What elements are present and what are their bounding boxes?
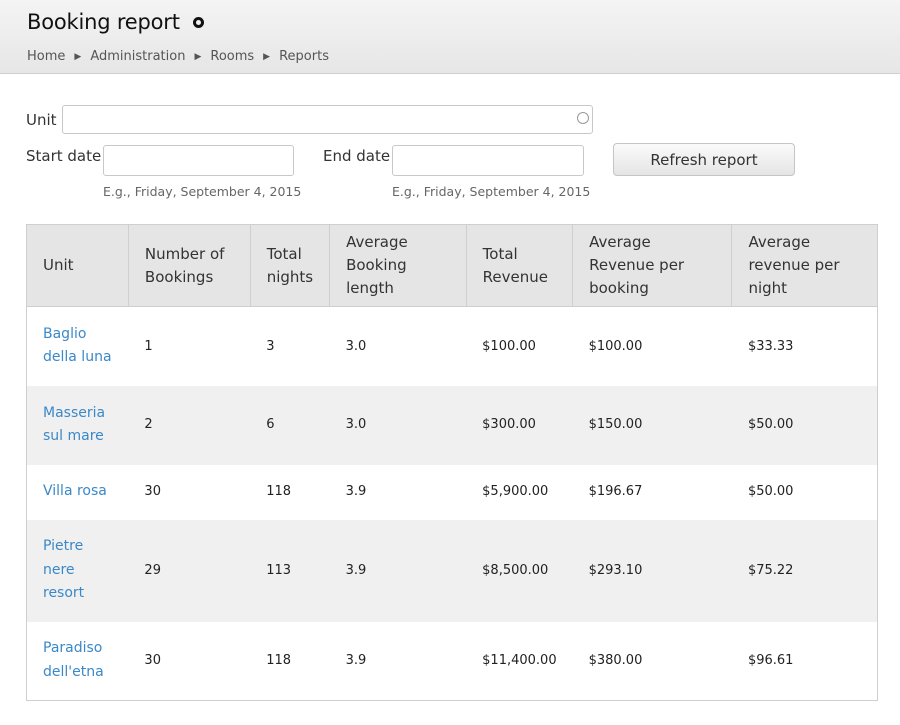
revenue-cell: $300.00 [466,385,573,465]
revenue-cell: $8,500.00 [466,519,573,622]
avg-length-cell: 3.9 [329,621,467,701]
table-row: Baglio della luna 1 3 3.0 $100.00 $100.0… [26,306,878,386]
breadcrumb-home[interactable]: Home [27,49,65,64]
breadcrumb: Home ▶ Administration ▶ Rooms ▶ Reports [27,49,329,64]
avg-revenue-night-cell: $50.00 [731,464,878,520]
nights-cell: 118 [250,464,330,520]
start-date-input[interactable] [103,145,294,176]
bookings-cell: 30 [128,464,251,520]
unit-cell: Baglio della luna [26,306,129,386]
avg-revenue-booking-cell: $150.00 [572,385,732,465]
revenue-cell: $11,400.00 [466,621,573,701]
breadcrumb-arrow-icon: ▶ [74,51,82,62]
avg-revenue-booking-cell: $196.67 [572,464,732,520]
nights-cell: 113 [250,519,330,622]
avg-revenue-night-cell: $75.22 [731,519,878,622]
add-shortcut-icon[interactable] [193,17,204,28]
page-header: Booking report Home ▶ Administration ▶ R… [0,0,900,74]
end-date-hint: E.g., Friday, September 4, 2015 [392,184,591,199]
avg-revenue-night-cell: $50.00 [731,385,878,465]
unit-link[interactable]: Paradiso dell'etna [43,640,104,680]
avg-revenue-night-cell: $96.61 [731,621,878,701]
table-header-row: Unit Number of Bookings Total nights Ave… [26,224,878,307]
breadcrumb-reports[interactable]: Reports [279,49,329,64]
breadcrumb-administration[interactable]: Administration [90,49,185,64]
breadcrumb-arrow-icon: ▶ [194,51,202,62]
bookings-cell: 2 [128,385,251,465]
unit-autocomplete-input[interactable] [62,105,593,134]
column-header-unit: Unit [26,224,129,307]
column-header-avg-revenue-night: Average revenue per night [731,224,878,307]
booking-report-table: Unit Number of Bookings Total nights Ave… [26,224,878,701]
avg-revenue-night-cell: $33.33 [731,306,878,386]
unit-cell: Villa rosa [26,464,129,520]
column-header-avg-length: Average Booking length [329,224,467,307]
avg-revenue-booking-cell: $100.00 [572,306,732,386]
nights-cell: 118 [250,621,330,701]
avg-length-cell: 3.9 [329,519,467,622]
end-date-input[interactable] [392,145,584,176]
revenue-cell: $100.00 [466,306,573,386]
unit-cell: Pietre nere resort [26,519,129,622]
nights-cell: 6 [250,385,330,465]
page-title: Booking report [27,10,180,34]
avg-length-cell: 3.9 [329,464,467,520]
unit-link[interactable]: Villa rosa [43,483,107,499]
table-row: Villa rosa 30 118 3.9 $5,900.00 $196.67 … [26,464,878,520]
table-row: Pietre nere resort 29 113 3.9 $8,500.00 … [26,519,878,622]
avg-length-cell: 3.0 [329,306,467,386]
avg-length-cell: 3.0 [329,385,467,465]
column-header-bookings: Number of Bookings [127,224,251,307]
unit-cell: Masseria sul mare [26,385,129,465]
breadcrumb-arrow-icon: ▶ [263,51,271,62]
avg-revenue-booking-cell: $380.00 [572,621,732,701]
refresh-report-button[interactable]: Refresh report [613,143,795,176]
column-header-nights: Total nights [249,224,331,307]
end-date-label: End date [323,147,391,165]
table-row: Paradiso dell'etna 30 118 3.9 $11,400.00… [26,621,878,701]
avg-revenue-booking-cell: $293.10 [572,519,732,622]
column-header-avg-revenue-booking: Average Revenue per booking [572,224,733,307]
unit-label: Unit [26,111,57,129]
revenue-cell: $5,900.00 [466,464,573,520]
start-date-label: Start date [26,147,102,165]
column-header-revenue: Total Revenue [465,224,574,307]
unit-link[interactable]: Baglio della luna [43,326,112,366]
unit-link[interactable]: Pietre nere resort [43,538,84,601]
autocomplete-throbber-icon [577,112,589,124]
breadcrumb-rooms[interactable]: Rooms [210,49,254,64]
table-row: Masseria sul mare 2 6 3.0 $300.00 $150.0… [26,385,878,465]
bookings-cell: 1 [128,306,251,386]
unit-cell: Paradiso dell'etna [26,621,129,701]
start-date-hint: E.g., Friday, September 4, 2015 [103,184,302,199]
nights-cell: 3 [250,306,330,386]
bookings-cell: 30 [128,621,251,701]
bookings-cell: 29 [128,519,251,622]
unit-link[interactable]: Masseria sul mare [43,405,105,445]
